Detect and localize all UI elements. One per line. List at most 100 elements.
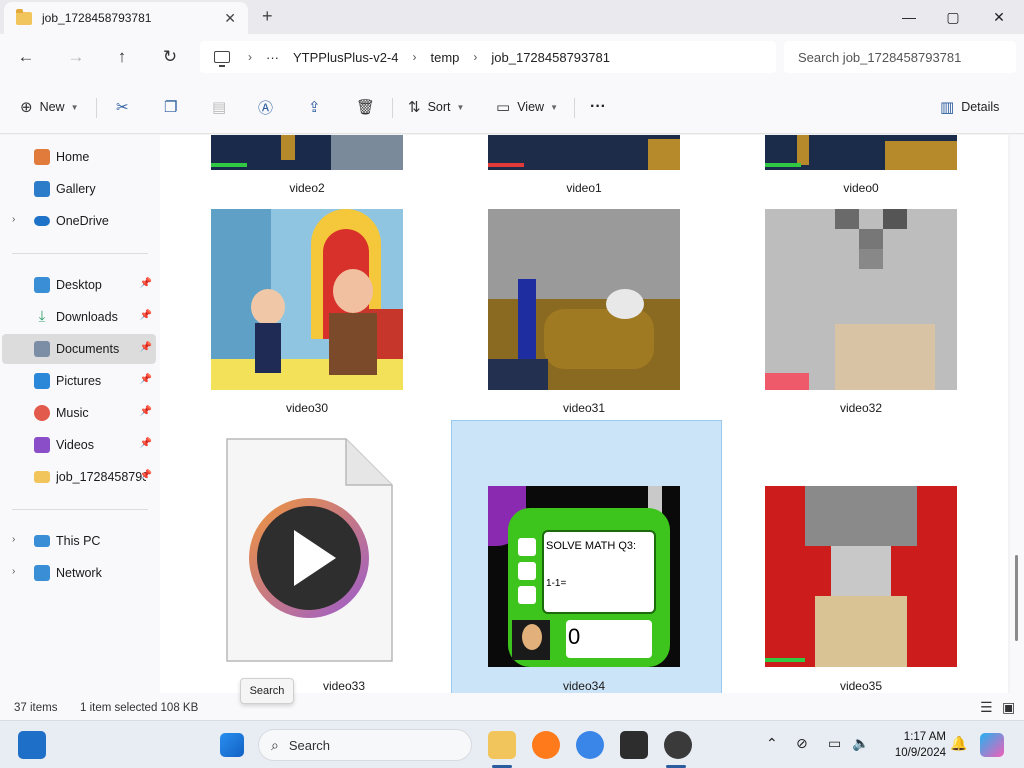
delete-button[interactable]: 🗑 <box>356 96 382 118</box>
math-equation: 1-1= <box>546 578 567 589</box>
sidebar-item-this-pc[interactable]: › This PC <box>2 526 156 556</box>
video-thumbnail[interactable] <box>211 209 403 390</box>
rename-button[interactable]: Ⓐ <box>258 96 280 118</box>
start-button[interactable] <box>220 733 244 757</box>
chevron-right-icon[interactable]: › <box>12 534 15 545</box>
file-name[interactable]: video30 <box>207 401 407 415</box>
file-name[interactable]: video2 <box>207 181 407 195</box>
breadcrumb-item[interactable]: job_1728458793781 <box>491 50 610 65</box>
sidebar-item-downloads[interactable]: ⤓ Downloads 📌 <box>2 302 156 332</box>
sidebar-item-documents[interactable]: Documents 📌 <box>2 334 156 364</box>
video-thumbnail[interactable] <box>488 135 680 170</box>
pin-icon[interactable]: 📌 <box>140 342 152 353</box>
taskbar-search[interactable]: ⌕ Search <box>258 729 472 761</box>
video-thumbnail[interactable] <box>765 486 957 667</box>
copy-button[interactable]: ❐ <box>164 96 184 118</box>
network-icon[interactable]: ⊘ <box>796 735 808 752</box>
file-explorer-icon[interactable] <box>488 731 516 759</box>
pin-icon[interactable]: 📌 <box>140 406 152 417</box>
sort-label: Sort <box>427 100 451 114</box>
details-pane-button[interactable]: ▥ Details <box>940 96 999 118</box>
pin-icon[interactable]: 📌 <box>140 438 152 449</box>
file-name[interactable]: video31 <box>484 401 684 415</box>
firefox-icon[interactable] <box>532 731 560 759</box>
file-name[interactable]: video32 <box>761 401 961 415</box>
sidebar-item-music[interactable]: Music 📌 <box>2 398 156 428</box>
share-button[interactable]: ⇪ <box>308 96 328 118</box>
up-button[interactable]: ↑ <box>108 44 136 70</box>
paste-button[interactable]: ▤ <box>212 96 233 118</box>
back-button[interactable]: ← <box>12 44 40 70</box>
sidebar-item-pictures[interactable]: Pictures 📌 <box>2 366 156 396</box>
pin-icon[interactable]: 📌 <box>140 374 152 385</box>
close-window-button[interactable]: ✕ <box>976 4 1022 30</box>
view-button[interactable]: ▭ View ▼ <box>496 96 558 118</box>
media-file-icon[interactable] <box>226 438 393 662</box>
notification-bell-icon[interactable]: 🔔 <box>950 735 967 752</box>
more-options-button[interactable]: ··· <box>590 96 606 118</box>
sidebar-item-onedrive[interactable]: › OneDrive <box>2 206 156 236</box>
address-bar[interactable]: › ··· YTPPlusPlus-v2-4 › temp › job_1728… <box>200 41 776 73</box>
breadcrumb-item[interactable]: temp <box>430 50 459 65</box>
search-input[interactable]: Search job_1728458793781 <box>784 41 1016 73</box>
new-tab-button[interactable]: + <box>262 6 273 27</box>
terminal-icon[interactable] <box>620 731 648 759</box>
pin-icon[interactable]: 📌 <box>140 310 152 321</box>
file-name[interactable]: video1 <box>484 181 684 195</box>
sidebar-item-home[interactable]: Home <box>2 142 156 172</box>
cut-button[interactable]: ✂ <box>116 96 136 118</box>
search-icon: ⌕ <box>271 736 279 753</box>
outlook-icon[interactable] <box>18 731 46 759</box>
chevron-right-icon[interactable]: › <box>12 566 15 577</box>
scrollbar-thumb[interactable] <box>1015 555 1018 641</box>
large-icons-view-icon[interactable]: ▣ <box>1002 699 1015 716</box>
chrome-icon[interactable] <box>576 731 604 759</box>
chevron-right-icon: › <box>412 50 417 64</box>
breadcrumb-more[interactable]: ··· <box>266 50 279 65</box>
file-name[interactable]: video0 <box>761 181 961 195</box>
pin-icon[interactable]: 📌 <box>140 278 152 289</box>
sidebar-item-job-folder[interactable]: job_1728458793781 📌 <box>2 462 156 492</box>
video-thumbnail[interactable] <box>765 135 957 170</box>
chevron-right-icon[interactable]: › <box>12 214 15 225</box>
share-icon: ⇪ <box>308 99 321 116</box>
copilot-icon[interactable] <box>980 733 1004 757</box>
details-view-icon[interactable]: ☰ <box>980 699 993 716</box>
display-icon[interactable]: ▭ <box>828 735 841 752</box>
breadcrumb-item[interactable]: YTPPlusPlus-v2-4 <box>293 50 398 65</box>
pin-icon[interactable]: 📌 <box>140 470 152 481</box>
math-title: SOLVE MATH Q3: <box>546 540 637 552</box>
sort-button[interactable]: ⇅ Sort ▼ <box>408 96 464 118</box>
file-name[interactable]: video35 <box>761 679 961 693</box>
download-icon: ⤓ <box>38 308 46 325</box>
close-tab-icon[interactable]: ✕ <box>224 10 236 27</box>
copy-icon: ❐ <box>164 99 178 116</box>
minimize-button[interactable]: — <box>886 4 932 30</box>
video-thumbnail[interactable]: SOLVE MATH Q3: 1-1= 0 <box>488 486 680 667</box>
new-button[interactable]: ⊕ New ▼ <box>20 96 79 118</box>
sidebar-item-gallery[interactable]: Gallery <box>2 174 156 204</box>
maximize-button[interactable]: ▢ <box>930 4 976 30</box>
documents-icon <box>34 341 50 357</box>
file-view[interactable]: video2 video1 video0 video30 video31 vid… <box>160 135 1008 693</box>
navigation-bar: ← → ↑ ↻ › ··· YTPPlusPlus-v2-4 › temp › … <box>0 34 1024 80</box>
tooltip: Search <box>240 678 294 704</box>
sort-icon: ⇅ <box>408 99 421 116</box>
video-thumbnail[interactable] <box>765 209 957 390</box>
refresh-button[interactable]: ↻ <box>156 44 184 70</box>
file-name[interactable]: video34 <box>484 679 684 693</box>
sidebar-item-videos[interactable]: Videos 📌 <box>2 430 156 460</box>
sidebar-item-desktop[interactable]: Desktop 📌 <box>2 270 156 300</box>
divider <box>574 98 575 118</box>
video-thumbnail[interactable] <box>488 209 680 390</box>
video-thumbnail[interactable] <box>211 135 403 170</box>
vertical-scrollbar[interactable] <box>1010 135 1024 693</box>
chevron-up-icon[interactable]: ⌃ <box>766 735 778 752</box>
explorer-tab[interactable]: job_1728458793781 ✕ <box>4 2 248 34</box>
sidebar-item-network[interactable]: › Network <box>2 558 156 588</box>
forward-button[interactable]: → <box>62 44 90 70</box>
system-clock[interactable]: 1:17 AM 10/9/2024 <box>880 729 946 761</box>
volume-icon[interactable]: 🔈 <box>852 735 869 752</box>
videos-icon <box>34 437 50 453</box>
app-icon[interactable] <box>664 731 692 759</box>
